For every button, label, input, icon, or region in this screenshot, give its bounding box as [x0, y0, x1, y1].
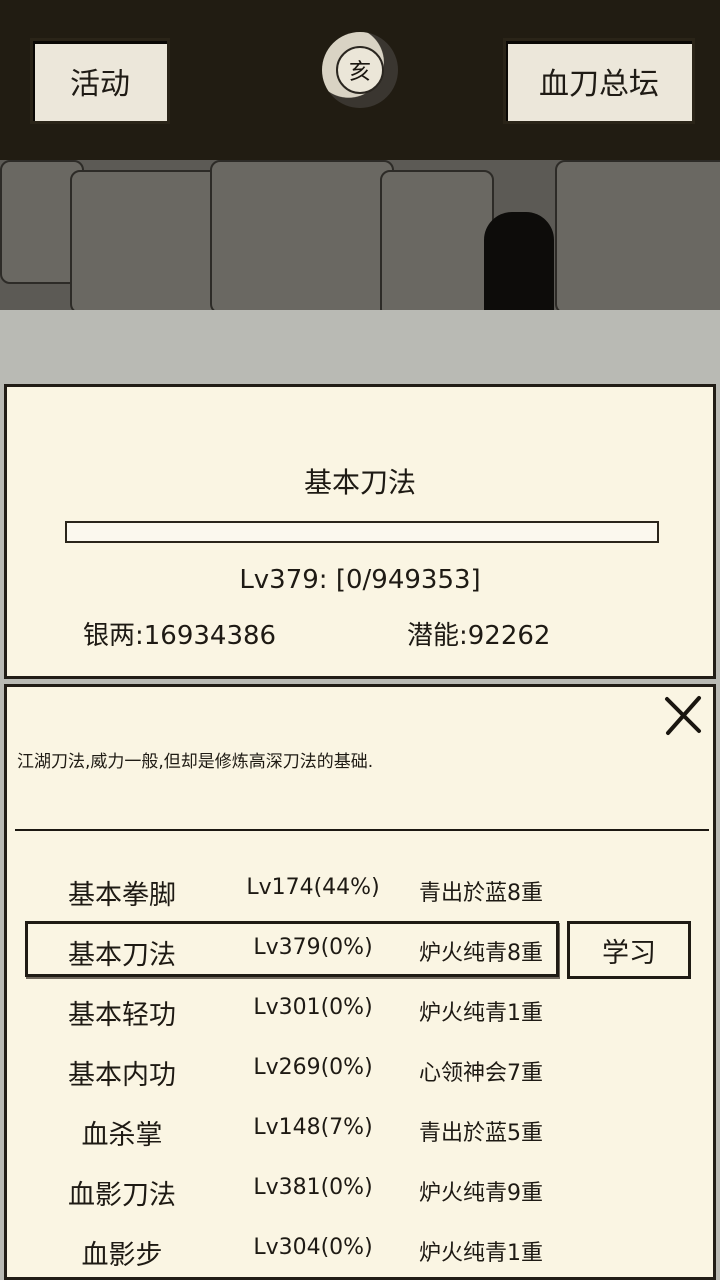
close-button[interactable] — [661, 693, 705, 737]
skill-name: 基本轻功 — [68, 1000, 176, 1031]
top-bar: 活动 亥 血刀总坛 — [0, 0, 720, 160]
skill-realm: 炉火纯青9重 — [419, 1181, 543, 1206]
skill-row[interactable]: 血影步 Lv304(0%) 炉火纯青1重 — [7, 1219, 713, 1279]
skill-level: Lv148(7%) — [253, 1115, 373, 1140]
emblem-glyph: 亥 — [336, 46, 384, 94]
skill-row[interactable]: 血杀掌 Lv148(7%) 青出於蓝5重 — [7, 1099, 713, 1159]
skill-level: Lv379(0%) — [253, 935, 373, 960]
skill-info-panel: 基本刀法 Lv379: [0/949353] 银两:16934386 潜能:92… — [4, 384, 716, 679]
skill-realm: 炉火纯青8重 — [419, 941, 543, 966]
skill-name: 血影步 — [81, 1240, 163, 1271]
close-icon — [665, 696, 701, 735]
skill-list-panel: 江湖刀法,威力一般,但却是修炼高深刀法的基础. 基本拳脚 Lv174(44%) … — [4, 684, 716, 1280]
skill-level: Lv301(0%) — [253, 995, 373, 1020]
skill-realm: 炉火纯青1重 — [419, 1241, 543, 1266]
skill-realm: 青出於蓝5重 — [419, 1121, 543, 1146]
skill-title: 基本刀法 — [303, 466, 416, 499]
potential-amount: 潜能:92262 — [407, 621, 551, 651]
skill-name: 基本拳脚 — [68, 880, 176, 911]
skill-level: Lv381(0%) — [253, 1175, 373, 1200]
skill-level: Lv269(0%) — [253, 1055, 373, 1080]
skill-name: 基本内功 — [68, 1060, 176, 1091]
skill-realm: 心领神会7重 — [419, 1061, 543, 1086]
silver-amount: 银两:16934386 — [83, 621, 277, 651]
skill-realm: 炉火纯青1重 — [419, 1001, 543, 1026]
learn-button[interactable]: 学习 — [567, 921, 691, 979]
moon-emblem-icon[interactable]: 亥 — [322, 32, 398, 108]
skill-row[interactable]: 血影刀法 Lv381(0%) 炉火纯青9重 — [7, 1159, 713, 1219]
wall-stone — [555, 160, 720, 314]
wall-stone — [70, 170, 224, 314]
skill-level: Lv304(0%) — [253, 1235, 373, 1260]
skill-row[interactable]: 基本轻功 Lv301(0%) 炉火纯青1重 — [7, 979, 713, 1039]
skill-name: 血杀掌 — [81, 1120, 163, 1151]
skill-description: 江湖刀法,威力一般,但却是修炼高深刀法的基础. — [17, 752, 374, 772]
skill-row-selected[interactable]: 基本刀法 Lv379(0%) 炉火纯青8重 学习 — [7, 919, 713, 979]
wall-stone — [380, 170, 494, 319]
skill-name: 血影刀法 — [68, 1180, 176, 1211]
cave-entrance — [484, 212, 554, 322]
level-exp-text: Lv379: [0/949353] — [239, 565, 481, 595]
wall-stone — [210, 160, 394, 314]
activity-button[interactable]: 活动 — [30, 38, 170, 124]
skill-row[interactable]: 基本内功 Lv269(0%) 心领神会7重 — [7, 1039, 713, 1099]
skill-name: 基本刀法 — [68, 940, 176, 971]
skill-level: Lv174(44%) — [246, 875, 380, 900]
skill-row[interactable]: 基本拳脚 Lv174(44%) 青出於蓝8重 — [7, 859, 713, 919]
exp-progress-bar — [65, 521, 659, 543]
sect-hall-button[interactable]: 血刀总坛 — [503, 38, 695, 124]
divider — [15, 829, 709, 831]
skill-realm: 青出於蓝8重 — [419, 881, 543, 906]
